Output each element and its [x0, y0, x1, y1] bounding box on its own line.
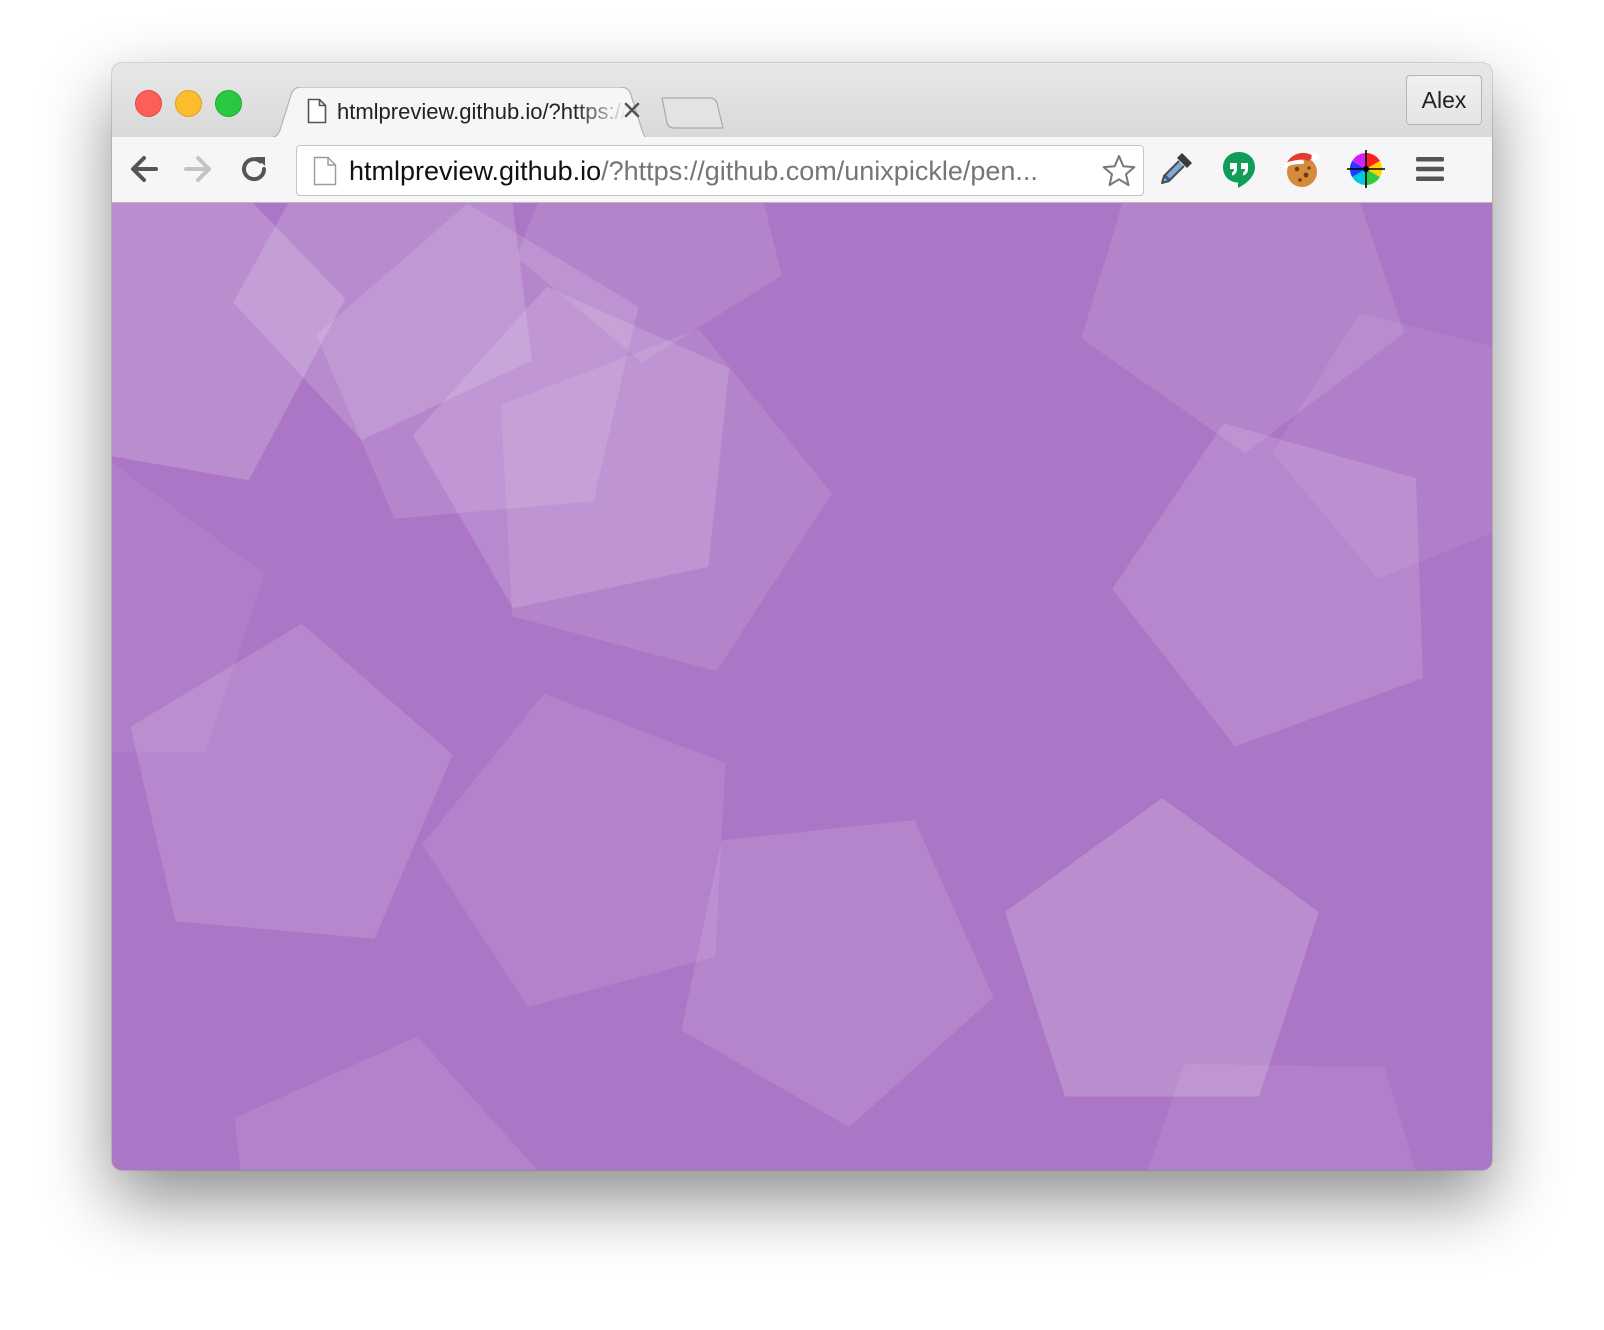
maximize-window-button[interactable] [215, 90, 242, 117]
title-bar: htmlpreview.github.io/?https://github.co… [112, 63, 1492, 138]
toolbar: htmlpreview.github.io/?https://github.co… [112, 137, 1492, 203]
pentagon-background [112, 203, 1492, 1170]
browser-window: htmlpreview.github.io/?https://github.co… [112, 63, 1492, 1170]
eyedropper-icon[interactable] [1156, 149, 1196, 189]
url-text[interactable]: htmlpreview.github.io/?https://github.co… [349, 156, 1089, 187]
page-content [112, 203, 1492, 1170]
close-window-button[interactable] [135, 90, 162, 117]
hamburger-menu-icon[interactable] [1410, 149, 1450, 189]
url-path: /?https://github.com/unixpickle/pen... [601, 156, 1038, 186]
url-host: htmlpreview.github.io [349, 156, 602, 186]
document-icon [307, 98, 327, 124]
hangouts-icon[interactable] [1219, 149, 1259, 189]
new-tab-button[interactable] [660, 96, 724, 130]
color-wheel-icon[interactable] [1346, 149, 1386, 189]
cookie-icon[interactable] [1280, 147, 1322, 189]
pentagon-shape [1005, 798, 1319, 1097]
tab-active[interactable]: htmlpreview.github.io/?https://github.co… [267, 87, 647, 138]
pentagon-shape [422, 693, 726, 1007]
minimize-window-button[interactable] [175, 90, 202, 117]
reload-icon[interactable] [236, 151, 272, 187]
pentagon-shape [234, 1036, 538, 1170]
tab-title: htmlpreview.github.io/?https://github.co… [337, 99, 627, 124]
star-icon[interactable] [1101, 153, 1137, 189]
profile-button[interactable]: Alex [1406, 75, 1482, 125]
page-icon [313, 156, 337, 186]
back-arrow-icon[interactable] [126, 151, 162, 187]
pentagon-shape [681, 820, 994, 1128]
address-bar[interactable]: htmlpreview.github.io/?https://github.co… [296, 145, 1144, 196]
close-icon[interactable] [620, 98, 644, 122]
forward-arrow-icon[interactable] [180, 151, 216, 187]
